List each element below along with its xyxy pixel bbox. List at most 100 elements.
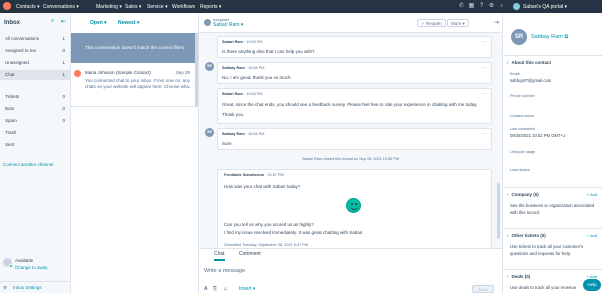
status-filter-dropdown[interactable]: Open ▾ bbox=[90, 20, 107, 26]
add-ticket-button[interactable]: + Add bbox=[587, 233, 597, 238]
message-sender: Sabari Ram bbox=[222, 92, 243, 96]
company-section-toggle[interactable]: Company (0) bbox=[507, 192, 539, 197]
user-avatar[interactable] bbox=[513, 3, 520, 10]
nav-contacts[interactable]: Contacts ▾ bbox=[16, 4, 40, 10]
message-time: 10:54 PM bbox=[246, 92, 263, 96]
sidebar-item-trash[interactable]: Trash bbox=[0, 128, 71, 138]
availability-status-dot bbox=[9, 264, 13, 268]
assignee-avatar bbox=[204, 19, 211, 26]
assignee-dropdown[interactable]: Sabari Ram ▾ bbox=[213, 22, 243, 28]
contact-avatar: SR bbox=[205, 62, 214, 71]
search-icon[interactable]: ⌕ bbox=[51, 18, 54, 25]
attachment-icon[interactable]: ⎘ bbox=[213, 286, 217, 292]
happy-face-rating-icon bbox=[346, 198, 361, 213]
feedback-time: 10:57 PM bbox=[267, 173, 284, 177]
reopen-button[interactable]: ✓ Reopen bbox=[417, 19, 446, 27]
sidebar-item-tickets[interactable]: Tickets 0 bbox=[0, 92, 71, 102]
property-value[interactable]: sabbyy87@gmail.com bbox=[510, 78, 551, 83]
property-label: Last contacted bbox=[510, 127, 535, 131]
contact-avatar: SR bbox=[511, 29, 527, 45]
message-options-icon[interactable]: ⋯ bbox=[482, 131, 487, 137]
hubspot-logo-icon[interactable] bbox=[3, 2, 11, 10]
nav-conversations[interactable]: Conversations ▾ bbox=[43, 4, 79, 10]
deals-section-toggle[interactable]: Deals (0) bbox=[507, 274, 531, 279]
sidebar-item-assigned-to-me[interactable]: Assigned to me 0 bbox=[0, 46, 71, 56]
settings-gear-icon[interactable]: ⚙ bbox=[488, 2, 495, 10]
help-button[interactable]: Help bbox=[583, 279, 601, 291]
nav-sales[interactable]: Sales ▾ bbox=[125, 4, 141, 10]
expand-panel-icon[interactable]: ⇥ bbox=[494, 19, 499, 26]
thread-scrollbar[interactable] bbox=[497, 183, 500, 239]
portal-switcher[interactable]: Sabari's QA portal ▾ bbox=[523, 4, 567, 10]
nav-service[interactable]: Service ▾ bbox=[147, 4, 168, 10]
insert-dropdown[interactable]: Insert ▾ bbox=[239, 286, 255, 292]
property-label: Contact owner bbox=[510, 114, 535, 118]
message-bubble: Sabari Ram · 10:54 PM Is there anything … bbox=[217, 36, 492, 58]
nav-marketing[interactable]: Marketing ▾ bbox=[96, 4, 122, 10]
message-sender: Sabbay Ram bbox=[222, 132, 245, 136]
sidebar-item-unassigned[interactable]: Unassigned 1 bbox=[0, 58, 71, 68]
contact-name-link[interactable]: Sabbay Ram ⧉ bbox=[531, 34, 568, 41]
sort-dropdown[interactable]: Newest ▾ bbox=[118, 20, 139, 26]
settings-gear-icon[interactable]: ⚙ bbox=[3, 285, 7, 291]
tickets-help-text: Use tickets to track all your customer's… bbox=[510, 244, 584, 256]
nav-reports[interactable]: Reports ▾ bbox=[200, 4, 221, 10]
emoji-icon[interactable]: ☺ bbox=[223, 286, 228, 292]
property-label: Email bbox=[510, 72, 520, 76]
marketplace-icon[interactable]: ▦ bbox=[468, 2, 475, 10]
more-dropdown[interactable]: More ▾ bbox=[447, 19, 469, 27]
notifications-bell-icon[interactable]: ♪ bbox=[498, 2, 505, 10]
conversation-preview: You connected chat to your inbox. From n… bbox=[85, 78, 193, 89]
property-label: Lead status bbox=[510, 168, 530, 172]
message-time: 10:54 PM bbox=[246, 40, 263, 44]
message-body-line: Thank you. bbox=[222, 112, 245, 117]
feedback-header: Feedback Submission bbox=[224, 173, 265, 177]
conversation-contact-name: Maria Johnson (Sample Contact) bbox=[85, 70, 151, 75]
send-button[interactable]: Send bbox=[472, 285, 494, 293]
sidebar-item-bots[interactable]: Bots 0 bbox=[0, 104, 71, 114]
tab-chat[interactable]: Chat bbox=[214, 251, 225, 261]
sidebar-item-spam[interactable]: Spam 0 bbox=[0, 116, 71, 126]
message-bubble: Sabbay Ram · 10:54 PM No, I am good, tha… bbox=[217, 62, 492, 84]
message-options-icon[interactable]: ⋯ bbox=[482, 65, 487, 71]
message-options-icon[interactable]: ⋯ bbox=[482, 91, 487, 97]
contact-details-panel: SR Sabbay Ram ⧉ About this contact Email… bbox=[502, 13, 602, 293]
text-style-icon[interactable]: A bbox=[204, 286, 208, 292]
message-composer: Chat Comment Write a message A ⎘ ☺ Inser… bbox=[199, 248, 502, 293]
feedback-question-2: Can you tell us why you scored us as hig… bbox=[224, 222, 314, 227]
message-bubble: Sabbay Ram · 10:54 PM Sure. ⋯ bbox=[217, 128, 492, 150]
message-sender: Sabari Ram bbox=[222, 40, 243, 44]
collapse-sidebar-icon[interactable]: ⇤ bbox=[61, 18, 66, 25]
connect-channel-link[interactable]: Connect another channel bbox=[3, 162, 53, 167]
other-tickets-section-toggle[interactable]: Other tickets (0) bbox=[507, 233, 546, 238]
message-input[interactable]: Write a message bbox=[204, 268, 245, 274]
message-sender: Sabbay Ram bbox=[222, 66, 245, 70]
feedback-answer-2: I find my issue resolved immediately. It… bbox=[224, 230, 364, 235]
tab-comment[interactable]: Comment bbox=[239, 251, 261, 257]
contact-avatar bbox=[74, 70, 81, 77]
message-body: Sure. bbox=[222, 141, 233, 146]
inbox-settings-link[interactable]: Inbox Settings bbox=[13, 285, 42, 290]
add-company-button[interactable]: + Add bbox=[587, 192, 597, 197]
help-icon[interactable]: ? bbox=[478, 2, 485, 10]
property-value: 09/28/2021 10:52 PM GMT+1 bbox=[510, 133, 566, 138]
message-body: No, I am good, thank you so much. bbox=[222, 75, 292, 80]
thread-closed-status: Sabari Ram closed this thread on Sep 28,… bbox=[301, 157, 400, 161]
change-to-away-link[interactable]: Change to away bbox=[15, 265, 48, 270]
message-options-icon[interactable]: ⋯ bbox=[482, 39, 487, 45]
message-time: 10:54 PM bbox=[248, 66, 265, 70]
nav-workflows[interactable]: Workflows bbox=[172, 4, 195, 10]
conversation-list-item[interactable]: Maria Johnson (Sample Contact) Sep 28 Yo… bbox=[71, 65, 198, 107]
message-list: Sabari Ram · 10:54 PM Is there anything … bbox=[199, 33, 502, 255]
conversation-thread: Assignee Sabari Ram ▾ ✓ Reopen More ▾ ⇥ … bbox=[199, 13, 502, 293]
conversation-list-scrollbar[interactable] bbox=[195, 33, 198, 107]
about-contact-section-toggle[interactable]: About this contact bbox=[507, 60, 552, 65]
availability-label: Available bbox=[15, 258, 34, 263]
sidebar-item-chat[interactable]: Chat 1 bbox=[0, 70, 71, 80]
sidebar-item-sent[interactable]: Sent bbox=[0, 140, 71, 150]
message-bubble: Sabari Ram · 10:54 PM Great, since the c… bbox=[217, 88, 492, 124]
phone-icon[interactable]: ✆ bbox=[458, 2, 465, 10]
company-help-text: See the business or organization associa… bbox=[510, 203, 595, 215]
top-navigation-bar: Contacts ▾ Conversations ▾ Marketing ▾ S… bbox=[0, 0, 602, 13]
sidebar-item-all-conversations[interactable]: All conversations 1 bbox=[0, 34, 71, 44]
